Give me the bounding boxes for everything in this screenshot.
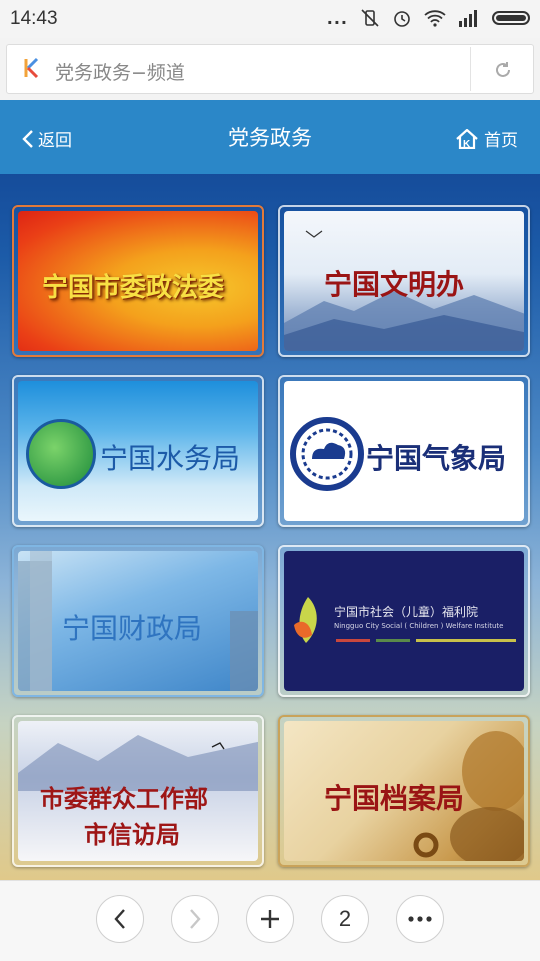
tile-label: 宁国气象局 xyxy=(366,442,507,475)
svg-text:K: K xyxy=(463,139,471,149)
header-bar: 返回 党务政务 K 首页 xyxy=(0,100,540,174)
alarm-icon xyxy=(394,11,410,27)
page-content: 返回 党务政务 K 首页 宁国市委政法委 宁国文明办 宁国水务局 宁国气象局 宁… xyxy=(0,100,540,880)
tile-label-line2: 市信访局 xyxy=(84,821,180,849)
water-logo-icon xyxy=(26,419,96,489)
tile-label: 宁国财政局 xyxy=(62,612,203,645)
back-nav-button[interactable] xyxy=(96,895,144,943)
tile-civilization-office[interactable]: 宁国文明办 xyxy=(278,205,530,357)
tile-politics-law-committee[interactable]: 宁国市委政法委 xyxy=(12,205,264,357)
color-stripes xyxy=(336,639,516,642)
tile-masses-work-dept[interactable]: 市委群众工作部 市信访局 xyxy=(12,715,264,867)
home-icon: K xyxy=(456,128,478,149)
tab-count: 2 xyxy=(338,906,352,931)
status-bar: 14:43 ... xyxy=(0,0,540,38)
plus-icon xyxy=(261,910,279,928)
address-bar[interactable]: 党务政务−频道 xyxy=(6,44,534,94)
signal-icon xyxy=(459,10,477,27)
tile-welfare-institute[interactable]: 宁国市社会（儿童）福利院 Ningguo City Social ( Child… xyxy=(278,545,530,697)
battery-icon xyxy=(492,11,530,25)
reload-icon[interactable] xyxy=(491,58,515,82)
more-dots-icon xyxy=(408,916,432,922)
new-tab-button[interactable] xyxy=(246,895,294,943)
tile-archives-bureau[interactable]: 宁国档案局 xyxy=(278,715,530,867)
chevron-left-icon xyxy=(114,909,125,929)
bottom-toolbar: 2 xyxy=(0,880,540,961)
tile-sublabel: Ningguo City Social ( Children ) Welfare… xyxy=(334,622,504,630)
more-dots-icon: ... xyxy=(326,8,348,28)
tab-count-button[interactable]: 2 xyxy=(321,895,369,943)
wifi-icon xyxy=(424,10,446,27)
chevron-right-icon xyxy=(190,909,201,929)
vibrate-off-icon xyxy=(361,9,379,27)
tile-label: 宁国文明办 xyxy=(324,268,465,301)
tile-label: 市委群众工作部 xyxy=(40,785,208,813)
home-button[interactable]: K 首页 xyxy=(456,126,518,151)
status-time: 14:43 xyxy=(10,8,58,29)
home-label: 首页 xyxy=(484,131,518,151)
tile-label: 宁国档案局 xyxy=(324,782,465,815)
tile-water-affairs[interactable]: 宁国水务局 xyxy=(12,375,264,527)
tile-label: 宁国市委政法委 xyxy=(42,273,225,303)
weather-logo-icon xyxy=(290,417,364,491)
tile-label: 宁国市社会（儿童）福利院 xyxy=(334,605,479,619)
menu-button[interactable] xyxy=(396,895,444,943)
page-title-address: 党务政务−频道 xyxy=(55,62,185,84)
forward-nav-button[interactable] xyxy=(171,895,219,943)
tile-label: 宁国水务局 xyxy=(100,442,241,475)
tile-meteorological-bureau[interactable]: 宁国气象局 xyxy=(278,375,530,527)
tile-finance-bureau[interactable]: 宁国财政局 xyxy=(12,545,264,697)
browser-logo-icon xyxy=(24,57,39,79)
leaf-logo-icon xyxy=(294,597,317,643)
